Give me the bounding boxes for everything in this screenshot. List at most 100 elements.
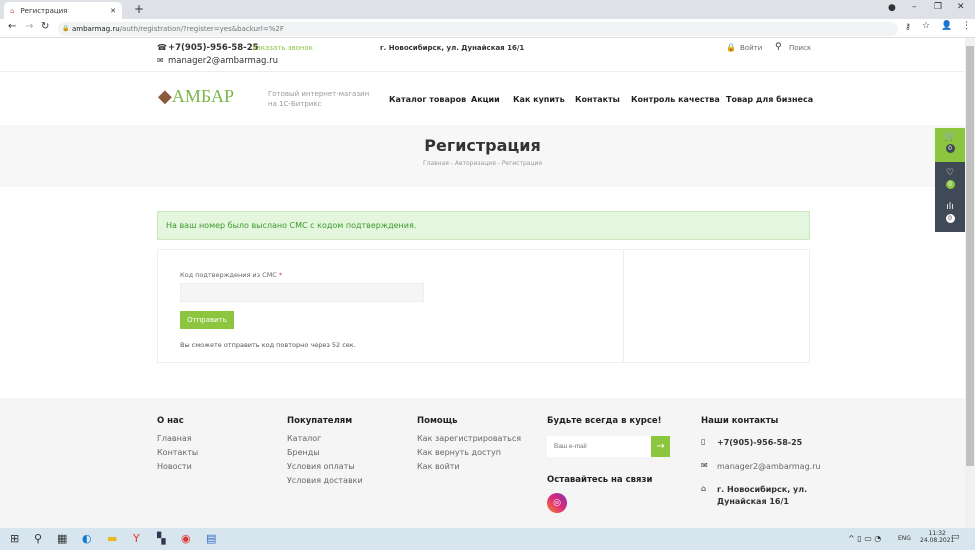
nav-promos[interactable]: Акции <box>471 95 500 104</box>
footer-link[interactable]: Каталог <box>287 434 321 443</box>
footer-link[interactable]: Как вернуть доступ <box>417 448 501 457</box>
nav-catalog[interactable]: Каталог товаров <box>389 95 466 104</box>
code-label: Код подтверждения из СМС * <box>180 271 283 279</box>
url-host: ambarmag.ru <box>72 25 120 33</box>
footer-link[interactable]: Как войти <box>417 462 460 471</box>
edge-icon[interactable]: ◐ <box>82 532 92 545</box>
sms-code-input[interactable] <box>180 283 424 302</box>
back-icon[interactable]: ← <box>8 21 16 32</box>
breadcrumb-auth[interactable]: Авторизация <box>455 160 496 167</box>
breadcrumb-home[interactable]: Главная <box>423 160 449 167</box>
favicon-icon: ⌂ <box>10 6 15 15</box>
menu-icon[interactable]: ⋮ <box>962 21 971 31</box>
location-icon: ⌂ <box>701 484 707 493</box>
new-tab-icon[interactable]: + <box>134 2 144 16</box>
language-indicator[interactable]: ENG <box>898 535 911 542</box>
breadcrumb: Главная - Авторизация - Регистрация <box>422 160 543 167</box>
tray-icons[interactable]: ^ ▯ ▭ ◔ <box>848 534 881 543</box>
star-icon[interactable]: ☆ <box>922 21 930 31</box>
yandex-icon[interactable]: Y <box>133 532 140 545</box>
windows-start-icon[interactable]: ⊞ <box>10 532 19 545</box>
notifications-icon[interactable]: ▭ <box>951 532 960 542</box>
heart-icon: ♡ <box>945 168 955 178</box>
subscribe-arrow-icon[interactable]: → <box>651 436 670 457</box>
logo[interactable]: ◆АМБАР <box>158 86 234 107</box>
mobile-icon: ▯ <box>701 437 706 446</box>
footer-buyers-title: Покупателям <box>287 416 353 426</box>
forward-icon[interactable]: → <box>25 21 33 32</box>
header-phone[interactable]: +7(905)-956-58-25 <box>168 43 259 53</box>
cart-count: 0 <box>945 144 955 153</box>
cart-icon: 🛒 <box>944 132 956 142</box>
taskbar: ⊞ ⚲ ▦ ◐ ▬ Y ▚ ◉ ▤ ^ ▯ ▭ ◔ ENG 11:32 24.08… <box>0 528 975 550</box>
chrome-icon[interactable]: ◉ <box>181 532 191 545</box>
page-title: Регистрация <box>424 136 541 155</box>
clock[interactable]: 11:32 24.08.2021 <box>920 530 954 544</box>
compare-count: 0 <box>945 214 955 223</box>
nav-how-to-buy[interactable]: Как купить <box>513 95 565 104</box>
footer-link[interactable]: Условия оплаты <box>287 462 355 471</box>
confirm-form: Код подтверждения из СМС * Отправить Вы … <box>157 249 810 363</box>
compare-button[interactable]: ılı 0 <box>935 198 965 232</box>
favorites-count: 0 <box>945 180 955 189</box>
account-icon[interactable]: 👤 <box>941 21 952 31</box>
scrollbar-thumb[interactable] <box>966 46 974 466</box>
title-band: Регистрация Главная - Авторизация - Реги… <box>0 125 965 187</box>
divider <box>0 71 965 72</box>
header-email[interactable]: manager2@ambarmag.ru <box>168 56 278 66</box>
footer-link[interactable]: Главная <box>157 434 192 443</box>
close-window-icon[interactable]: ✕ <box>957 2 965 12</box>
footer-email[interactable]: manager2@ambarmag.ru <box>717 462 821 471</box>
footer-link[interactable]: Контакты <box>157 448 198 457</box>
nav-business[interactable]: Товар для бизнеса <box>726 95 813 104</box>
mail-icon: ✉ <box>701 461 708 470</box>
sms-sent-alert: На ваш номер было выслано СМС с кодом по… <box>157 211 810 240</box>
search-link[interactable]: Поиск <box>789 44 811 52</box>
social-title: Оставайтесь на связи <box>547 475 653 485</box>
nav-quality[interactable]: Контроль качества <box>631 95 720 104</box>
footer-link[interactable]: Бренды <box>287 448 320 457</box>
url-input[interactable]: 🔒 ambarmag.ru/auth/registration/?register… <box>58 22 898 36</box>
minimize-icon[interactable]: – <box>912 2 917 12</box>
tab-title: Регистрация <box>20 6 68 15</box>
cart-button[interactable]: 🛒 0 <box>935 128 965 162</box>
close-tab-icon[interactable]: ✕ <box>110 7 116 15</box>
favorites-button[interactable]: ♡ 0 <box>935 164 965 198</box>
search-icon[interactable]: ⚲ <box>34 532 42 545</box>
login-link[interactable]: Войти <box>740 44 762 52</box>
footer-link[interactable]: Условия доставки <box>287 476 363 485</box>
divider <box>623 250 624 362</box>
footer-link[interactable]: Новости <box>157 462 192 471</box>
lock-icon: 🔒 <box>62 25 70 32</box>
subscribe-title: Будьте всегда в курсе! <box>547 416 662 426</box>
contacts-title: Наши контакты <box>701 416 779 426</box>
slogan-line-2: на 1С-Битрикс <box>268 100 322 108</box>
footer-about-title: О нас <box>157 416 184 426</box>
footer-link[interactable]: Как зарегистрироваться <box>417 434 521 443</box>
footer-help-title: Помощь <box>417 416 458 426</box>
footer-address-1: г. Новосибирск, ул. <box>717 485 808 494</box>
callback-link[interactable]: Заказать звонок <box>252 44 313 52</box>
footer-phone[interactable]: +7(905)-956-58-25 <box>717 438 802 447</box>
search-icon[interactable]: ⚲ <box>775 42 782 52</box>
profile-indicator-icon[interactable]: ● <box>888 3 896 13</box>
key-icon[interactable]: ⚷ <box>905 22 911 31</box>
submit-button[interactable]: Отправить <box>180 311 234 329</box>
mail-icon: ✉ <box>157 56 164 65</box>
subscribe-email-input[interactable] <box>547 436 651 457</box>
document-app-icon[interactable]: ▤ <box>206 532 216 545</box>
reload-icon[interactable]: ↻ <box>41 21 49 32</box>
side-panel: 🛒 0 ♡ 0 ılı 0 <box>935 128 965 232</box>
instagram-icon[interactable]: ◎ <box>547 493 567 513</box>
breadcrumb-current: Регистрация <box>501 160 543 167</box>
browser-tab-bar: ⌂ Регистрация ✕ + ● – ❐ ✕ <box>0 0 975 19</box>
nav-contacts[interactable]: Контакты <box>575 95 620 104</box>
compare-icon: ılı <box>946 202 954 212</box>
restore-icon[interactable]: ❐ <box>934 2 942 12</box>
app-icon[interactable]: ▚ <box>157 532 165 545</box>
footer-address-2: Дунайская 16/1 <box>717 497 789 506</box>
browser-tab[interactable]: ⌂ Регистрация ✕ <box>4 2 122 19</box>
file-explorer-icon[interactable]: ▬ <box>107 532 117 545</box>
slogan-line-1: Готовый интернет-магазин <box>268 90 370 98</box>
task-view-icon[interactable]: ▦ <box>57 532 67 545</box>
